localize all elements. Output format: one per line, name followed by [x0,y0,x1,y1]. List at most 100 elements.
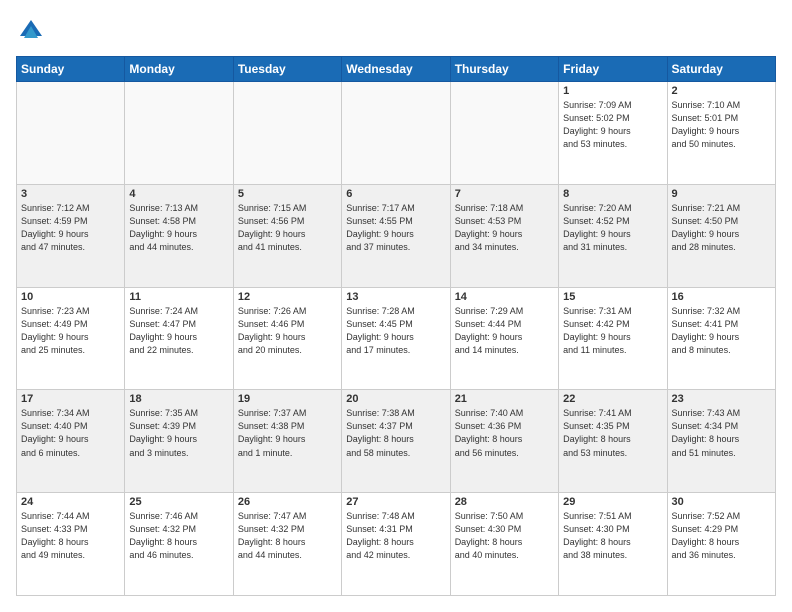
day-number: 26 [238,496,337,508]
calendar-cell [17,82,125,185]
calendar-cell: 18 Sunrise: 7:35 AM Sunset: 4:39 PM Dayli… [125,390,233,493]
calendar-cell: 11 Sunrise: 7:24 AM Sunset: 4:47 PM Dayli… [125,287,233,390]
day-info: Sunrise: 7:32 AM Sunset: 4:41 PM Dayligh… [672,305,771,357]
day-info: Sunrise: 7:21 AM Sunset: 4:50 PM Dayligh… [672,202,771,254]
day-number: 13 [346,291,445,303]
day-info: Sunrise: 7:18 AM Sunset: 4:53 PM Dayligh… [455,202,554,254]
calendar-cell: 6 Sunrise: 7:17 AM Sunset: 4:55 PM Daylig… [342,184,450,287]
day-info: Sunrise: 7:50 AM Sunset: 4:30 PM Dayligh… [455,510,554,562]
calendar-cell: 28 Sunrise: 7:50 AM Sunset: 4:30 PM Dayli… [450,493,558,596]
weekday-header-row: SundayMondayTuesdayWednesdayThursdayFrid… [17,57,776,82]
day-info: Sunrise: 7:46 AM Sunset: 4:32 PM Dayligh… [129,510,228,562]
calendar-table: SundayMondayTuesdayWednesdayThursdayFrid… [16,56,776,596]
calendar-cell: 3 Sunrise: 7:12 AM Sunset: 4:59 PM Daylig… [17,184,125,287]
day-number: 18 [129,393,228,405]
calendar-cell: 27Sunrise: 7:48 AM Sunset: 4:31 PM Dayli… [342,493,450,596]
day-info: Sunrise: 7:47 AM Sunset: 4:32 PM Dayligh… [238,510,337,562]
calendar-cell: 14 Sunrise: 7:29 AM Sunset: 4:44 PM Dayli… [450,287,558,390]
day-number: 28 [455,496,554,508]
day-number: 7 [455,188,554,200]
day-number: 17 [21,393,120,405]
day-info: Sunrise: 7:15 AM Sunset: 4:56 PM Dayligh… [238,202,337,254]
day-info: Sunrise: 7:35 AM Sunset: 4:39 PM Dayligh… [129,407,228,459]
weekday-header-thursday: Thursday [450,57,558,82]
day-info: Sunrise: 7:26 AM Sunset: 4:46 PM Dayligh… [238,305,337,357]
day-number: 20 [346,393,445,405]
calendar-cell [233,82,341,185]
day-info: Sunrise: 7:44 AM Sunset: 4:33 PM Dayligh… [21,510,120,562]
calendar-week-row: 24 Sunrise: 7:44 AM Sunset: 4:33 PM Dayli… [17,493,776,596]
page: SundayMondayTuesdayWednesdayThursdayFrid… [0,0,792,612]
calendar-cell: 10 Sunrise: 7:23 AM Sunset: 4:49 PM Dayli… [17,287,125,390]
day-number: 8 [563,188,662,200]
calendar-cell: 25 Sunrise: 7:46 AM Sunset: 4:32 PM Dayli… [125,493,233,596]
day-number: 29 [563,496,662,508]
calendar-cell: 9 Sunrise: 7:21 AM Sunset: 4:50 PM Daylig… [667,184,775,287]
day-number: 14 [455,291,554,303]
calendar-cell: 16Sunrise: 7:32 AM Sunset: 4:41 PM Dayli… [667,287,775,390]
day-number: 5 [238,188,337,200]
calendar-cell: 2Sunrise: 7:10 AM Sunset: 5:01 PM Daylig… [667,82,775,185]
calendar-cell: 4 Sunrise: 7:13 AM Sunset: 4:58 PM Daylig… [125,184,233,287]
calendar-cell [342,82,450,185]
day-number: 21 [455,393,554,405]
calendar-cell: 19Sunrise: 7:37 AM Sunset: 4:38 PM Dayli… [233,390,341,493]
day-number: 1 [563,85,662,97]
calendar-cell: 23 Sunrise: 7:43 AM Sunset: 4:34 PM Dayli… [667,390,775,493]
day-number: 6 [346,188,445,200]
calendar-cell: 7 Sunrise: 7:18 AM Sunset: 4:53 PM Daylig… [450,184,558,287]
calendar-cell: 24 Sunrise: 7:44 AM Sunset: 4:33 PM Dayli… [17,493,125,596]
day-number: 23 [672,393,771,405]
calendar-cell: 1 Sunrise: 7:09 AM Sunset: 5:02 PM Daylig… [559,82,667,185]
day-number: 24 [21,496,120,508]
day-info: Sunrise: 7:17 AM Sunset: 4:55 PM Dayligh… [346,202,445,254]
calendar-cell: 17 Sunrise: 7:34 AM Sunset: 4:40 PM Dayli… [17,390,125,493]
day-info: Sunrise: 7:41 AM Sunset: 4:35 PM Dayligh… [563,407,662,459]
day-number: 15 [563,291,662,303]
day-number: 30 [672,496,771,508]
day-number: 25 [129,496,228,508]
day-info: Sunrise: 7:40 AM Sunset: 4:36 PM Dayligh… [455,407,554,459]
calendar-cell: 21 Sunrise: 7:40 AM Sunset: 4:36 PM Dayli… [450,390,558,493]
weekday-header-wednesday: Wednesday [342,57,450,82]
calendar-week-row: 10 Sunrise: 7:23 AM Sunset: 4:49 PM Dayli… [17,287,776,390]
calendar-cell: 13 Sunrise: 7:28 AM Sunset: 4:45 PM Dayli… [342,287,450,390]
header [16,16,776,46]
calendar-cell: 26 Sunrise: 7:47 AM Sunset: 4:32 PM Dayli… [233,493,341,596]
calendar-cell: 5 Sunrise: 7:15 AM Sunset: 4:56 PM Daylig… [233,184,341,287]
logo [16,16,50,46]
day-info: Sunrise: 7:20 AM Sunset: 4:52 PM Dayligh… [563,202,662,254]
day-info: Sunrise: 7:12 AM Sunset: 4:59 PM Dayligh… [21,202,120,254]
calendar-cell: 8 Sunrise: 7:20 AM Sunset: 4:52 PM Daylig… [559,184,667,287]
day-info: Sunrise: 7:23 AM Sunset: 4:49 PM Dayligh… [21,305,120,357]
day-info: Sunrise: 7:29 AM Sunset: 4:44 PM Dayligh… [455,305,554,357]
calendar-cell: 15 Sunrise: 7:31 AM Sunset: 4:42 PM Dayli… [559,287,667,390]
day-info: Sunrise: 7:28 AM Sunset: 4:45 PM Dayligh… [346,305,445,357]
weekday-header-saturday: Saturday [667,57,775,82]
calendar-cell: 29 Sunrise: 7:51 AM Sunset: 4:30 PM Dayli… [559,493,667,596]
day-number: 12 [238,291,337,303]
day-info: Sunrise: 7:13 AM Sunset: 4:58 PM Dayligh… [129,202,228,254]
calendar-cell [450,82,558,185]
weekday-header-sunday: Sunday [17,57,125,82]
day-info: Sunrise: 7:43 AM Sunset: 4:34 PM Dayligh… [672,407,771,459]
weekday-header-friday: Friday [559,57,667,82]
calendar-cell: 30 Sunrise: 7:52 AM Sunset: 4:29 PM Dayli… [667,493,775,596]
day-number: 3 [21,188,120,200]
calendar-week-row: 17 Sunrise: 7:34 AM Sunset: 4:40 PM Dayli… [17,390,776,493]
day-number: 2 [672,85,771,97]
day-info: Sunrise: 7:51 AM Sunset: 4:30 PM Dayligh… [563,510,662,562]
calendar-cell: 20Sunrise: 7:38 AM Sunset: 4:37 PM Dayli… [342,390,450,493]
day-info: Sunrise: 7:24 AM Sunset: 4:47 PM Dayligh… [129,305,228,357]
day-number: 11 [129,291,228,303]
day-number: 10 [21,291,120,303]
day-info: Sunrise: 7:52 AM Sunset: 4:29 PM Dayligh… [672,510,771,562]
calendar-week-row: 3 Sunrise: 7:12 AM Sunset: 4:59 PM Daylig… [17,184,776,287]
day-info: Sunrise: 7:34 AM Sunset: 4:40 PM Dayligh… [21,407,120,459]
calendar-week-row: 1 Sunrise: 7:09 AM Sunset: 5:02 PM Daylig… [17,82,776,185]
day-number: 9 [672,188,771,200]
day-info: Sunrise: 7:37 AM Sunset: 4:38 PM Dayligh… [238,407,337,459]
day-info: Sunrise: 7:09 AM Sunset: 5:02 PM Dayligh… [563,99,662,151]
day-info: Sunrise: 7:31 AM Sunset: 4:42 PM Dayligh… [563,305,662,357]
day-number: 4 [129,188,228,200]
